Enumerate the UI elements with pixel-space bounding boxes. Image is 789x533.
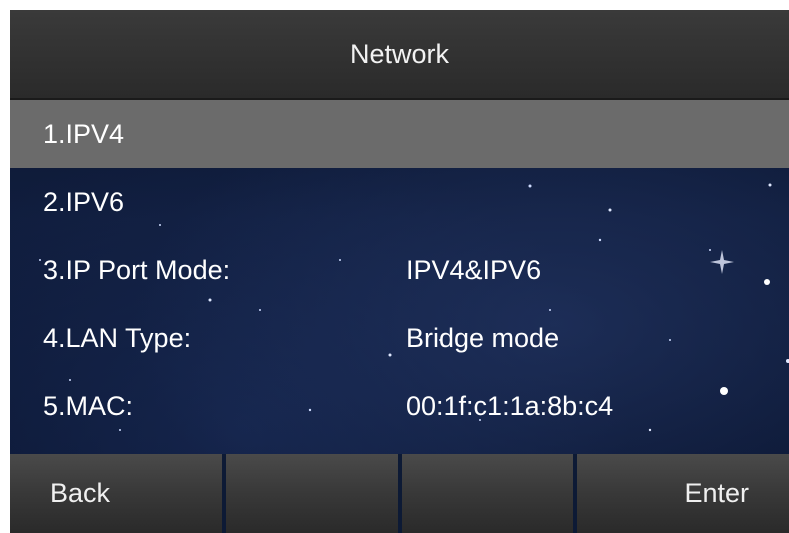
network-menu: 1.IPV4 2.IPV6 3.IP Port Mode: IPV4&IPV6 … xyxy=(10,100,789,440)
menu-item-label: 1.IPV4 xyxy=(43,118,125,149)
menu-item-ip-port-mode[interactable]: 3.IP Port Mode: IPV4&IPV6 xyxy=(10,236,789,304)
menu-item-value: IPV4&IPV6 xyxy=(406,254,542,285)
menu-item-mac[interactable]: 5.MAC: 00:1f:c1:1a:8b:c4 xyxy=(10,372,789,440)
menu-item-label: 2.IPV6 xyxy=(43,186,125,217)
menu-item-ipv4[interactable]: 1.IPV4 xyxy=(10,100,789,168)
softkey-3[interactable] xyxy=(401,454,578,533)
menu-item-value: Bridge mode xyxy=(406,322,560,353)
softkey-bar: Back Enter xyxy=(10,454,789,533)
phone-screen: Network 1.IPV4 2.IPV6 3.IP Port Mode: IP… xyxy=(10,10,789,533)
menu-item-label: 5.MAC: xyxy=(43,390,134,421)
menu-item-value: 00:1f:c1:1a:8b:c4 xyxy=(406,390,614,421)
softkey-2[interactable] xyxy=(225,454,402,533)
menu-item-ipv6[interactable]: 2.IPV6 xyxy=(10,168,789,236)
menu-item-lan-type[interactable]: 4.LAN Type: Bridge mode xyxy=(10,304,789,372)
page-title: Network xyxy=(10,10,789,100)
menu-item-label: 4.LAN Type: xyxy=(43,322,192,353)
menu-item-label: 3.IP Port Mode: xyxy=(43,254,231,285)
enter-softkey[interactable]: Enter xyxy=(577,454,789,533)
back-softkey[interactable]: Back xyxy=(10,454,226,533)
